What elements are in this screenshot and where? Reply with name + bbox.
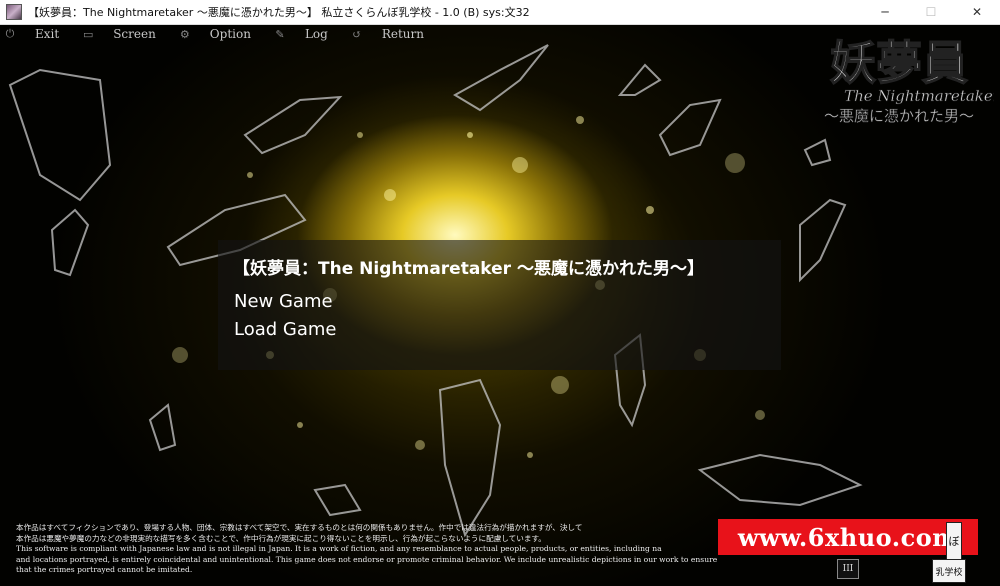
disclaimer-line: that the crimes portrayed cannot be imit… bbox=[16, 565, 193, 574]
menu-return-label: Return bbox=[381, 27, 424, 41]
window-title: 【妖夢員：The Nightmaretaker ～悪魔に憑かれた男～】 私立さく… bbox=[28, 6, 530, 19]
game-menubar: ⏻ Exit ▭ Screen ⚙ Option ✎ Log ↺ Return bbox=[0, 25, 424, 43]
minimize-button[interactable]: ─ bbox=[862, 0, 908, 24]
menu-screen[interactable]: ▭ Screen bbox=[81, 27, 156, 41]
menu-option[interactable]: ⚙ Option bbox=[178, 27, 251, 41]
disclaimer-line: and locations portrayed, is entirely coi… bbox=[16, 554, 718, 564]
menu-exit[interactable]: ⏻ Exit bbox=[3, 27, 60, 41]
game-logo: 妖夢員 The Nightmaretaker ～悪魔に憑かれた男～ bbox=[824, 35, 994, 125]
disclaimer-line: This software is compliant with Japanese… bbox=[16, 544, 662, 553]
watermark-banner: www.6xhuo.com bbox=[718, 519, 978, 555]
menu-return[interactable]: ↺ Return bbox=[350, 27, 424, 41]
stamp-bottom: 乳学校 bbox=[932, 559, 966, 583]
menu-screen-label: Screen bbox=[113, 27, 156, 41]
disclaimer-line: 本作品は悪魔や夢魔の力などの非現実的な描写を多く含むことで、作中行為が現実に起こ… bbox=[16, 533, 546, 543]
load-game-option[interactable]: Load Game bbox=[234, 319, 337, 340]
close-button[interactable]: ✕ bbox=[954, 0, 1000, 24]
legal-disclaimer: 本作品はすべてフィクションであり、登場する人物、団体、宗教はすべて架空で、実在す… bbox=[16, 523, 786, 576]
logo-english: The Nightmaretaker bbox=[844, 87, 994, 105]
window-titlebar: 【妖夢員：The Nightmaretaker ～悪魔に憑かれた男～】 私立さく… bbox=[0, 0, 1000, 25]
menu-log[interactable]: ✎ Log bbox=[273, 27, 328, 41]
maximize-button[interactable]: ☐ bbox=[908, 0, 954, 24]
dialog-title: 【妖夢員：The Nightmaretaker ～悪魔に憑かれた男～】 bbox=[233, 259, 704, 279]
game-viewport[interactable]: ⏻ Exit ▭ Screen ⚙ Option ✎ Log ↺ Return … bbox=[0, 25, 1000, 586]
menu-exit-label: Exit bbox=[35, 27, 60, 41]
title-menu-dialog: 【妖夢員：The Nightmaretaker ～悪魔に憑かれた男～】 New … bbox=[218, 240, 781, 370]
new-game-option[interactable]: New Game bbox=[234, 291, 333, 312]
gear-icon: ⚙ bbox=[179, 27, 190, 41]
disclaimer-line: 本作品はすべてフィクションであり、登場する人物、団体、宗教はすべて架空で、実在す… bbox=[16, 523, 583, 532]
menu-log-label: Log bbox=[304, 27, 328, 41]
app-icon bbox=[6, 4, 22, 20]
logo-kanji: 妖夢員 bbox=[830, 36, 968, 90]
scroll-icon: ✎ bbox=[275, 27, 285, 41]
window-controls: ─ ☐ ✕ bbox=[862, 0, 1000, 24]
power-icon: ⏻ bbox=[5, 27, 15, 40]
monitor-icon: ▭ bbox=[82, 27, 94, 41]
menu-option-label: Option bbox=[209, 27, 251, 41]
stamp-top: ぼ bbox=[946, 522, 962, 560]
return-icon: ↺ bbox=[352, 27, 362, 41]
logo-subtitle: ～悪魔に憑かれた男～ bbox=[824, 107, 974, 125]
stamp-left: III bbox=[837, 559, 859, 579]
